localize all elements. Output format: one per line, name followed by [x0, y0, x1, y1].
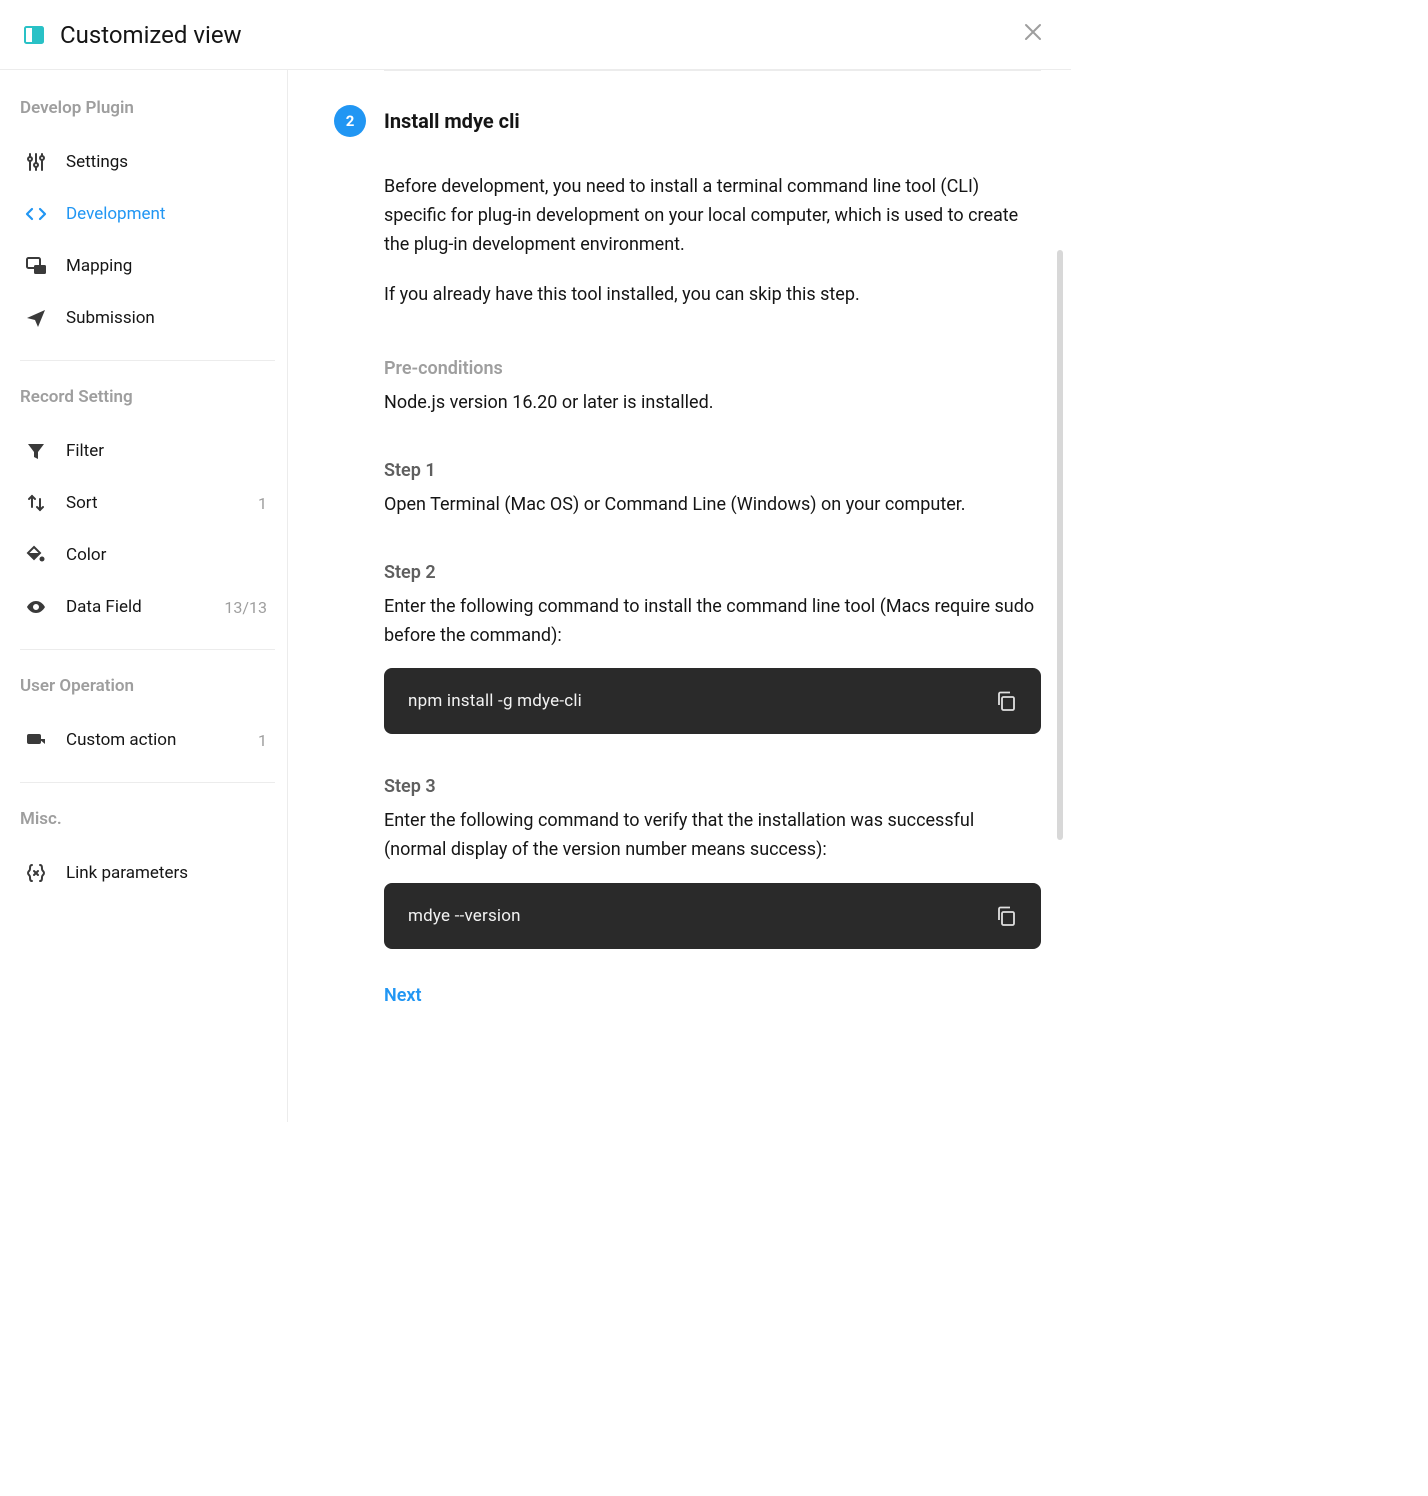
sidebar-section-develop: Develop Plugin: [20, 88, 275, 136]
view-icon: [22, 23, 46, 47]
sidebar-item-label: Custom action: [66, 730, 240, 750]
sidebar-item-label: Submission: [66, 308, 275, 328]
copy-icon: [995, 690, 1017, 712]
sidebar-item-mapping[interactable]: Mapping: [20, 240, 275, 292]
braces-icon: [24, 861, 48, 885]
sidebar: Develop Plugin Settings: [0, 70, 288, 1122]
sidebar-item-link-params[interactable]: Link parameters: [20, 847, 275, 899]
close-button[interactable]: [1019, 18, 1047, 51]
copy-button[interactable]: [995, 905, 1017, 927]
code-block: mdye --version: [384, 883, 1041, 949]
step-description: Before development, you need to install …: [384, 173, 1041, 259]
sidebar-item-label: Sort: [66, 493, 240, 513]
action-icon: [24, 728, 48, 752]
step-title: Install mdye cli: [384, 105, 520, 133]
modal-title: Customized view: [60, 21, 242, 49]
mapping-icon: [24, 254, 48, 278]
settings-icon: [24, 150, 48, 174]
substep-label: Step 2: [384, 562, 1041, 583]
sidebar-item-label: Development: [66, 204, 275, 224]
code-text: mdye --version: [408, 906, 521, 926]
step-description: If you already have this tool installed,…: [384, 281, 1041, 310]
code-block: npm install -g mdye-cli: [384, 668, 1041, 734]
send-icon: [24, 306, 48, 330]
sidebar-item-custom-action[interactable]: Custom action 1: [20, 714, 275, 766]
sidebar-section-user-op: User Operation: [20, 666, 275, 714]
modal-header: Customized view: [0, 0, 1071, 70]
sidebar-item-settings[interactable]: Settings: [20, 136, 275, 188]
filter-icon: [24, 439, 48, 463]
sidebar-item-badge: 1: [258, 731, 275, 750]
sidebar-item-color[interactable]: Color: [20, 529, 275, 581]
eye-icon: [24, 595, 48, 619]
preconditions-label: Pre-conditions: [384, 358, 1041, 379]
code-icon: [24, 202, 48, 226]
sidebar-item-badge: 13/13: [224, 598, 275, 617]
sidebar-divider: [20, 649, 275, 650]
sidebar-section-misc: Misc.: [20, 799, 275, 847]
sidebar-item-label: Settings: [66, 152, 275, 172]
copy-button[interactable]: [995, 690, 1017, 712]
step-heading-row: 2 Install mdye cli: [288, 71, 1041, 137]
sidebar-item-filter[interactable]: Filter: [20, 425, 275, 477]
substep-body: Enter the following command to install t…: [384, 593, 1041, 651]
sidebar-divider: [20, 360, 275, 361]
sidebar-item-label: Link parameters: [66, 863, 275, 883]
scrollbar[interactable]: [1057, 250, 1063, 840]
sort-icon: [24, 491, 48, 515]
code-text: npm install -g mdye-cli: [408, 691, 582, 711]
sidebar-item-label: Data Field: [66, 597, 206, 617]
sidebar-item-badge: 1: [258, 494, 275, 513]
substep-body: Enter the following command to verify th…: [384, 807, 1041, 865]
substep-label: Step 1: [384, 460, 1041, 481]
next-link[interactable]: Next: [384, 985, 422, 1006]
sidebar-item-data-field[interactable]: Data Field 13/13: [20, 581, 275, 633]
sidebar-item-label: Color: [66, 545, 275, 565]
preconditions-body: Node.js version 16.20 or later is instal…: [384, 389, 1041, 418]
header-left: Customized view: [22, 21, 242, 49]
substep-label: Step 3: [384, 776, 1041, 797]
sidebar-divider: [20, 782, 275, 783]
sidebar-item-sort[interactable]: Sort 1: [20, 477, 275, 529]
substep-body: Open Terminal (Mac OS) or Command Line (…: [384, 491, 1041, 520]
main-content: 2 Install mdye cli Before development, y…: [288, 70, 1071, 1122]
step-number-badge: 2: [334, 105, 366, 137]
sidebar-item-development[interactable]: Development: [20, 188, 275, 240]
color-icon: [24, 543, 48, 567]
sidebar-item-label: Filter: [66, 441, 275, 461]
close-icon: [1023, 22, 1043, 42]
sidebar-item-submission[interactable]: Submission: [20, 292, 275, 344]
copy-icon: [995, 905, 1017, 927]
sidebar-section-record: Record Setting: [20, 377, 275, 425]
sidebar-item-label: Mapping: [66, 256, 275, 276]
